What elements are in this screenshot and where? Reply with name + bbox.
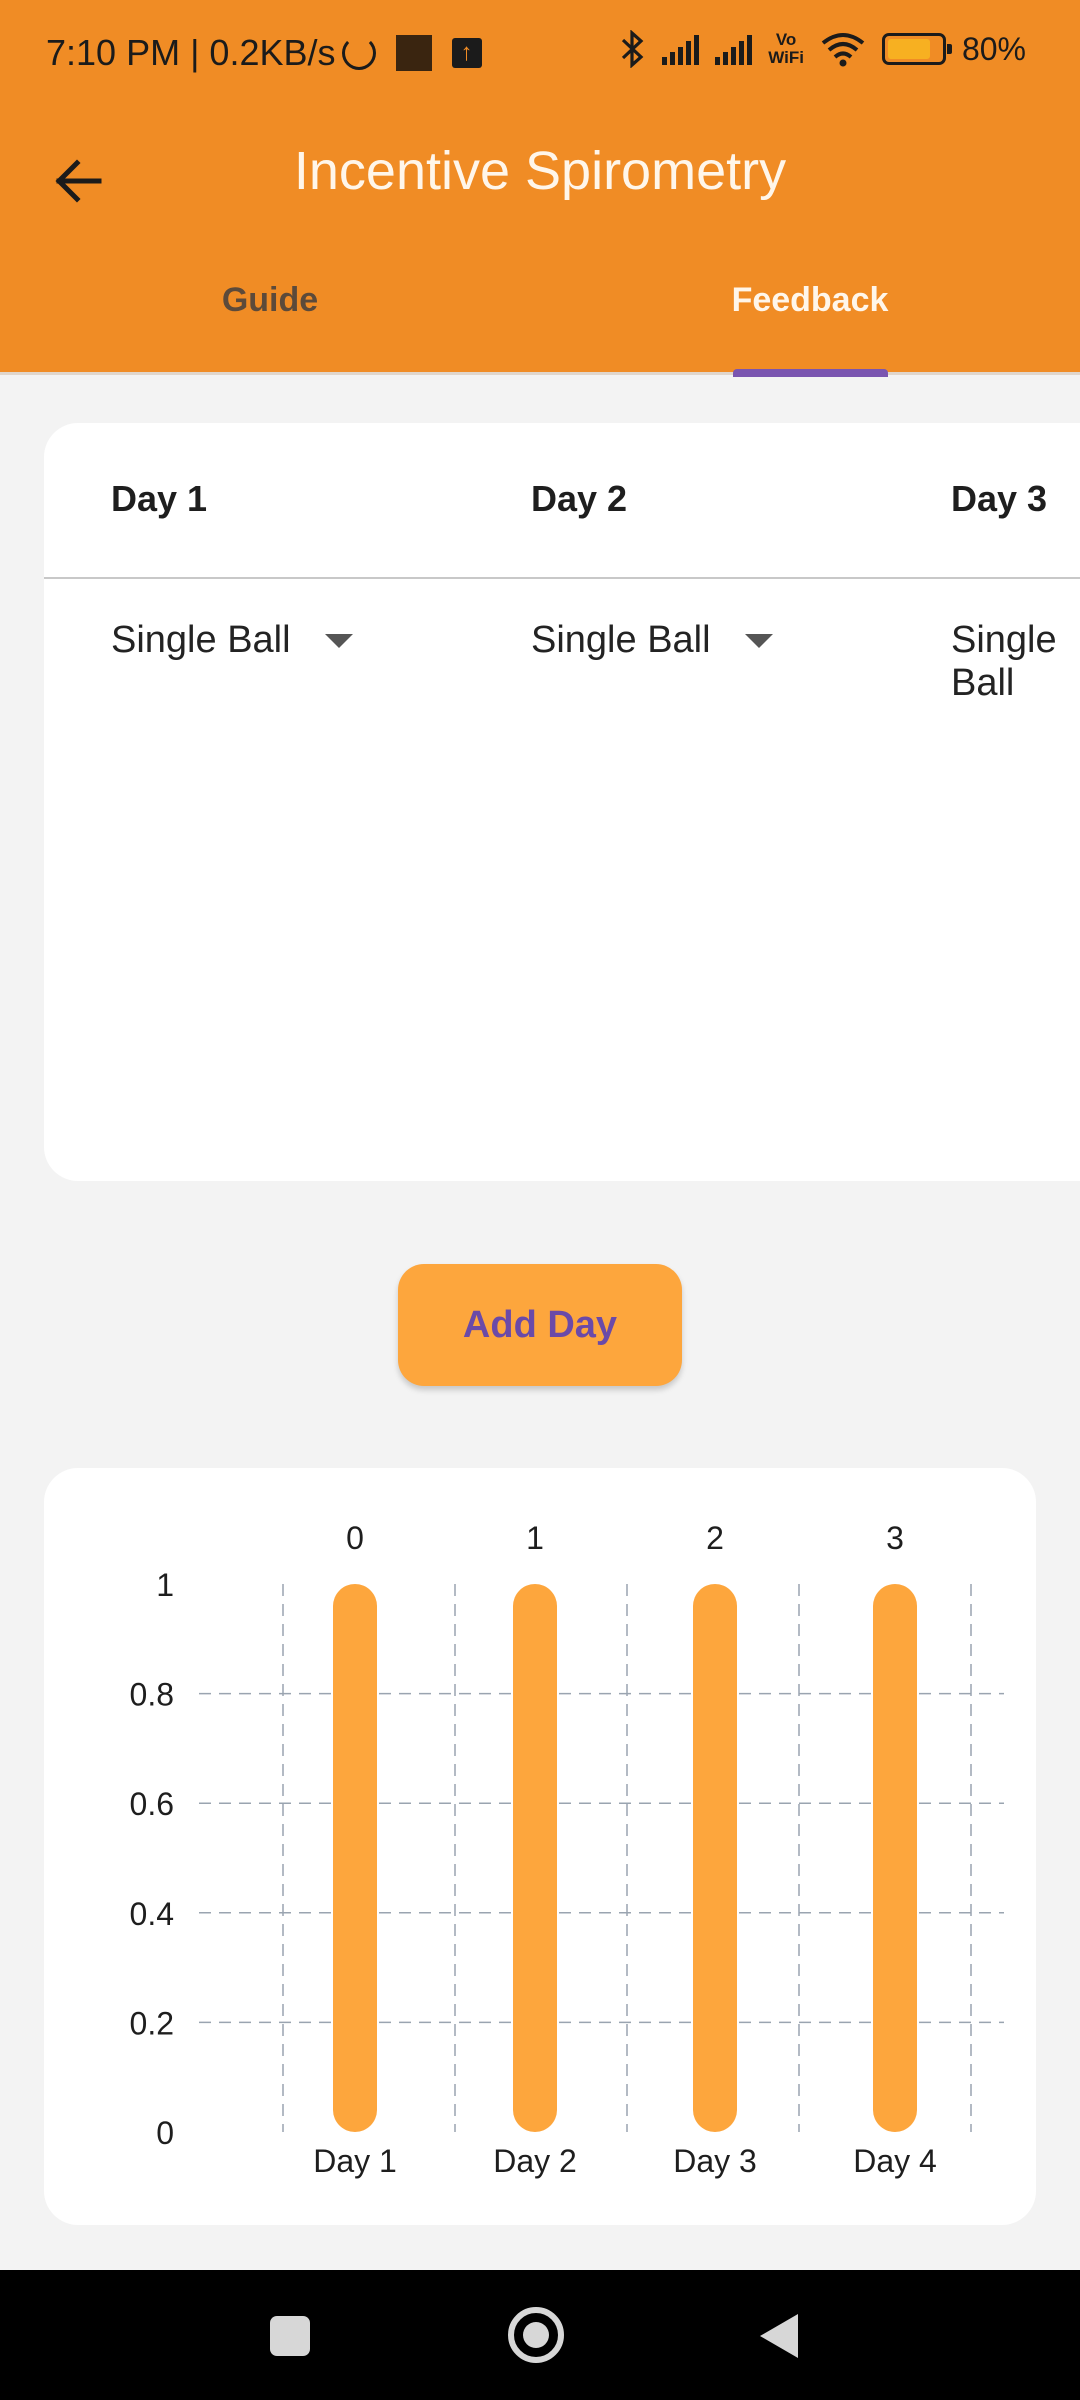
tab-indicator bbox=[733, 369, 888, 377]
bar-top-label: 2 bbox=[706, 1520, 724, 1556]
column-header-day-3: Day 3 bbox=[951, 478, 1048, 519]
battery-percent: 80% bbox=[961, 30, 1026, 67]
bar-chart: 0 0.2 0.4 0.6 0.8 1 0 Day 1 1 Day 2 2 Day 3 3 Day 4 bbox=[130, 1520, 1004, 2179]
y-tick-label: 0.6 bbox=[130, 1786, 174, 1822]
bar-top-label: 0 bbox=[346, 1520, 364, 1556]
bar-top-label: 1 bbox=[526, 1520, 544, 1556]
bar-top-label: 3 bbox=[886, 1520, 904, 1556]
y-tick-label: 0.4 bbox=[130, 1896, 174, 1932]
y-tick-label: 0.2 bbox=[130, 2005, 174, 2041]
vowifi-bottom: WiFi bbox=[768, 48, 804, 67]
dropdown-value: Single Ball bbox=[111, 619, 291, 661]
column-header-day-2: Day 2 bbox=[531, 478, 628, 519]
status-left: 7:10 PM | 0.2KB/s ↑ bbox=[46, 32, 482, 74]
table-divider bbox=[44, 577, 1080, 579]
status-right: Vo WiFi 80% bbox=[620, 30, 1026, 68]
x-tick-label: Day 1 bbox=[313, 2143, 397, 2179]
caret-down-icon bbox=[324, 633, 353, 648]
bar-day-1 bbox=[333, 1584, 377, 2132]
home-icon[interactable] bbox=[508, 2307, 564, 2363]
dropdown-day-3[interactable]: Single Ball bbox=[951, 619, 1080, 705]
back-icon[interactable] bbox=[760, 2314, 798, 2358]
page-title: Incentive Spirometry bbox=[293, 141, 787, 201]
signal-icon-sim2 bbox=[715, 33, 753, 65]
sync-icon bbox=[341, 36, 376, 70]
bar-day-4 bbox=[873, 1584, 917, 2132]
notification-app-icon bbox=[395, 35, 432, 71]
recents-icon[interactable] bbox=[270, 2316, 310, 2356]
upload-icon: ↑ bbox=[451, 38, 482, 68]
tab-guide[interactable]: Guide bbox=[0, 275, 540, 375]
chart-card: 0 0.2 0.4 0.6 0.8 1 0 Day 1 1 Day 2 2 Day 3 3 Day 4 bbox=[44, 1468, 1036, 2225]
dropdown-value: Single Ball bbox=[531, 619, 711, 661]
column-header-day-1: Day 1 bbox=[111, 478, 208, 519]
app-bar: Incentive Spirometry Guide Feedback bbox=[0, 115, 1080, 377]
add-day-button[interactable]: Add Day bbox=[398, 1264, 682, 1386]
status-time-speed: 7:10 PM | 0.2KB/s bbox=[46, 32, 336, 73]
bar-day-3 bbox=[693, 1584, 737, 2132]
tab-feedback[interactable]: Feedback bbox=[540, 275, 1080, 375]
day-table-card: Day 1 Day 2 Day 3 Single Ball Single Bal… bbox=[44, 423, 1080, 1181]
status-bar: 7:10 PM | 0.2KB/s ↑ Vo WiFi 80% bbox=[0, 0, 1080, 115]
x-tick-label: Day 2 bbox=[493, 2143, 577, 2179]
vowifi-icon: Vo WiFi bbox=[768, 31, 804, 67]
dropdown-day-1[interactable]: Single Ball bbox=[111, 619, 353, 662]
caret-down-icon bbox=[744, 633, 773, 648]
bar-day-2 bbox=[513, 1584, 557, 2132]
dropdown-day-2[interactable]: Single Ball bbox=[531, 619, 773, 662]
x-tick-label: Day 3 bbox=[673, 2143, 757, 2179]
signal-icon-sim1 bbox=[662, 33, 700, 65]
wifi-icon bbox=[821, 33, 865, 67]
battery-icon bbox=[881, 33, 952, 65]
vowifi-top: Vo bbox=[775, 30, 797, 49]
y-tick-label: 0 bbox=[156, 2115, 174, 2151]
bluetooth-icon bbox=[622, 30, 644, 68]
y-tick-label: 1 bbox=[156, 1567, 174, 1603]
navigation-bar bbox=[0, 2270, 1080, 2400]
dropdown-value: Single Ball bbox=[951, 619, 1057, 704]
x-tick-label: Day 4 bbox=[853, 2143, 937, 2179]
y-tick-label: 0.8 bbox=[130, 1677, 174, 1713]
